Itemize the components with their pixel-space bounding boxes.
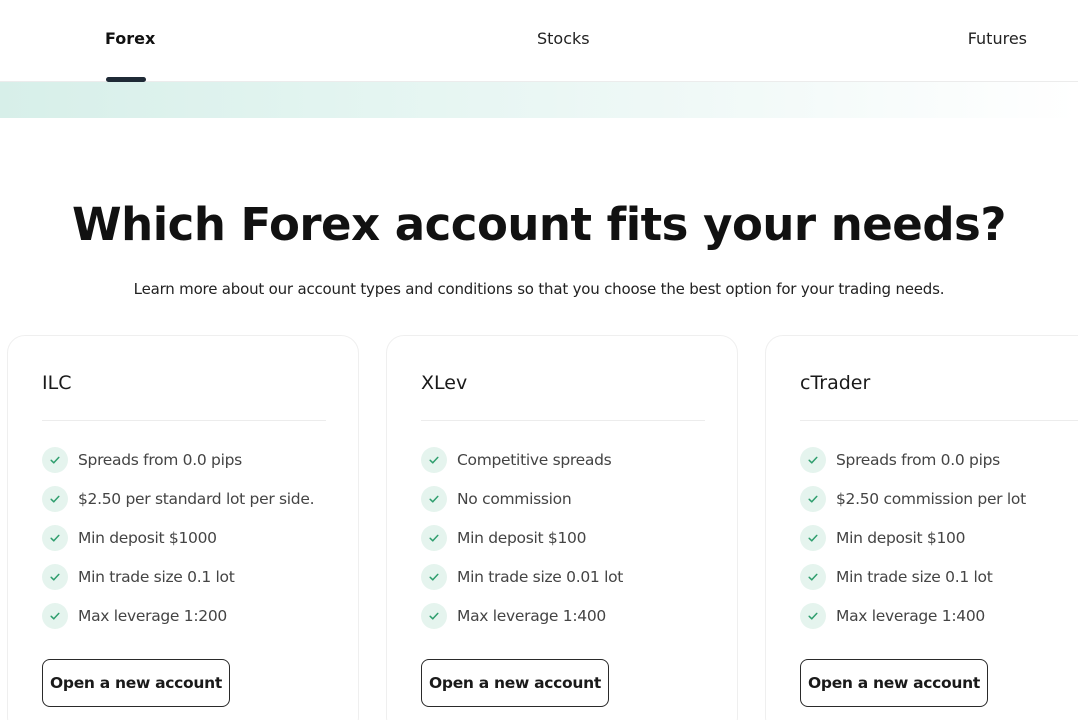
feature-text: Min deposit $100 [836,529,966,547]
feature-item: Spreads from 0.0 pips [42,447,314,486]
feature-text: No commission [457,490,572,508]
check-icon [42,564,68,590]
feature-item: Min deposit $1000 [42,525,314,564]
feature-text: Min trade size 0.01 lot [457,568,624,586]
check-icon [42,603,68,629]
check-icon [421,603,447,629]
check-icon [800,525,826,551]
feature-item: Min trade size 0.1 lot [42,564,314,603]
open-account-button-ctrader[interactable]: Open a new account [800,659,988,707]
card-divider [800,420,1078,421]
feature-text: Competitive spreads [457,451,612,469]
feature-text: Max leverage 1:200 [78,607,227,625]
check-icon [42,486,68,512]
feature-item: Min trade size 0.1 lot [800,564,1026,603]
feature-item: Spreads from 0.0 pips [800,447,1026,486]
check-icon [421,564,447,590]
feature-text: Min trade size 0.1 lot [836,568,993,586]
feature-item: $2.50 per standard lot per side. [42,486,315,525]
card-title: XLev [421,372,468,394]
feature-item: No commission [421,486,623,525]
tab-stocks[interactable]: Stocks [537,28,590,50]
feature-list: Spreads from 0.0 pips $2.50 commission p… [800,447,1026,642]
page: Forex Stocks Futures Which Forex account… [0,0,1078,720]
feature-text: $2.50 per standard lot per side. [78,490,315,508]
feature-text: Min trade size 0.1 lot [78,568,235,586]
feature-text: Min deposit $1000 [78,529,217,547]
check-icon [42,447,68,473]
feature-text: Max leverage 1:400 [836,607,985,625]
check-icon [421,486,447,512]
gradient-band [0,82,1078,118]
feature-text: Spreads from 0.0 pips [836,451,1000,469]
check-icon [800,564,826,590]
tab-futures[interactable]: Futures [968,28,1027,50]
feature-item: Competitive spreads [421,447,623,486]
account-type-tabs: Forex Stocks Futures [0,0,1078,82]
account-card-xlev: XLev Competitive spreads No commission M… [386,335,738,720]
feature-item: Max leverage 1:400 [800,603,1026,642]
check-icon [800,603,826,629]
account-card-ilc: ILC Spreads from 0.0 pips $2.50 per stan… [7,335,359,720]
check-icon [800,486,826,512]
feature-text: Spreads from 0.0 pips [78,451,242,469]
check-icon [421,447,447,473]
feature-item: Min deposit $100 [421,525,623,564]
feature-text: $2.50 commission per lot [836,490,1026,508]
card-title: cTrader [800,372,871,394]
feature-item: Max leverage 1:200 [42,603,314,642]
card-title: ILC [42,372,72,394]
page-subtitle: Learn more about our account types and c… [133,280,945,298]
feature-text: Min deposit $100 [457,529,587,547]
check-icon [421,525,447,551]
feature-list: Competitive spreads No commission Min de… [421,447,623,642]
open-account-button-xlev[interactable]: Open a new account [421,659,609,707]
card-divider [42,420,326,421]
feature-item: Max leverage 1:400 [421,603,623,642]
check-icon [800,447,826,473]
page-title: Which Forex account fits your needs? [72,198,1006,251]
open-account-button-ilc[interactable]: Open a new account [42,659,230,707]
account-card-ctrader: cTrader Spreads from 0.0 pips $2.50 comm… [765,335,1078,720]
feature-item: Min trade size 0.01 lot [421,564,623,603]
feature-text: Max leverage 1:400 [457,607,606,625]
tab-forex[interactable]: Forex [105,28,155,50]
card-divider [421,420,705,421]
check-icon [42,525,68,551]
feature-item: Min deposit $100 [800,525,1026,564]
feature-list: Spreads from 0.0 pips $2.50 per standard… [42,447,315,642]
feature-item: $2.50 commission per lot [800,486,1026,525]
